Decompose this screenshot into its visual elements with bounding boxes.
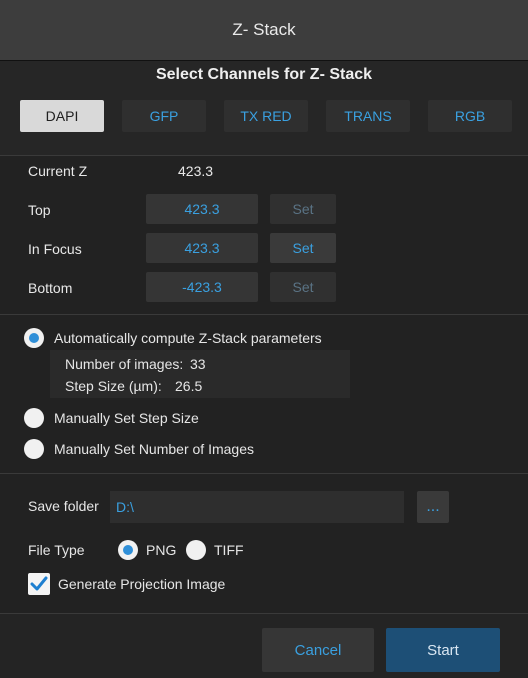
auto-compute-label: Automatically compute Z-Stack parameters: [54, 330, 322, 346]
top-field[interactable]: 423.3: [146, 194, 258, 224]
bottom-field[interactable]: -423.3: [146, 272, 258, 302]
save-folder-label: Save folder: [28, 498, 99, 514]
in-focus-row: In Focus 423.3 Set: [0, 233, 528, 265]
channel-buttons: DAPI GFP TX RED TRANS RGB: [20, 100, 512, 132]
top-label: Top: [28, 202, 51, 218]
file-type-label: File Type: [28, 542, 85, 558]
tiff-radio[interactable]: [186, 540, 206, 560]
channel-button-rgb[interactable]: RGB: [428, 100, 512, 132]
current-z-label: Current Z: [28, 163, 88, 179]
channel-section-title: Select Channels for Z- Stack: [155, 66, 373, 83]
num-images-value: 33: [190, 356, 206, 372]
channel-button-dapi[interactable]: DAPI: [20, 100, 104, 132]
browse-button[interactable]: ...: [417, 491, 449, 523]
set-top-button[interactable]: Set: [270, 194, 336, 224]
zstack-dialog: Z- Stack Select Channels for Z- Stack DA…: [0, 0, 528, 678]
auto-compute-radio[interactable]: [24, 328, 44, 348]
projection-checkbox[interactable]: [28, 573, 50, 595]
divider: [0, 473, 528, 474]
top-row: Top 423.3 Set: [0, 194, 528, 226]
start-button[interactable]: Start: [386, 628, 500, 672]
bottom-label: Bottom: [28, 280, 73, 296]
manual-images-label: Manually Set Number of Images: [54, 441, 254, 457]
window-title: Z- Stack: [0, 0, 528, 61]
cancel-button[interactable]: Cancel: [262, 628, 374, 672]
in-focus-label: In Focus: [28, 241, 82, 257]
projection-label: Generate Projection Image: [58, 576, 226, 592]
manual-step-label: Manually Set Step Size: [54, 410, 199, 426]
check-icon: [30, 576, 48, 591]
png-radio[interactable]: [118, 540, 138, 560]
png-label: PNG: [146, 542, 177, 558]
in-focus-field[interactable]: 423.3: [146, 233, 258, 263]
current-z-value: 423.3: [178, 163, 214, 179]
set-in-focus-button[interactable]: Set: [270, 233, 336, 263]
num-images-label: Number of images:: [65, 356, 184, 372]
divider: [0, 314, 528, 315]
save-folder-input[interactable]: D:\: [110, 491, 404, 523]
channel-button-trans[interactable]: TRANS: [326, 100, 410, 132]
current-z-row: Current Z 423.3: [0, 155, 528, 187]
manual-step-radio[interactable]: [24, 408, 44, 428]
tiff-label: TIFF: [214, 542, 244, 558]
step-size-value: 26.5: [175, 378, 203, 394]
set-bottom-button[interactable]: Set: [270, 272, 336, 302]
manual-images-radio[interactable]: [24, 439, 44, 459]
channel-button-txred[interactable]: TX RED: [224, 100, 308, 132]
bottom-row: Bottom -423.3 Set: [0, 272, 528, 304]
channel-button-gfp[interactable]: GFP: [122, 100, 206, 132]
step-size-label: Step Size (µm):: [65, 378, 162, 394]
